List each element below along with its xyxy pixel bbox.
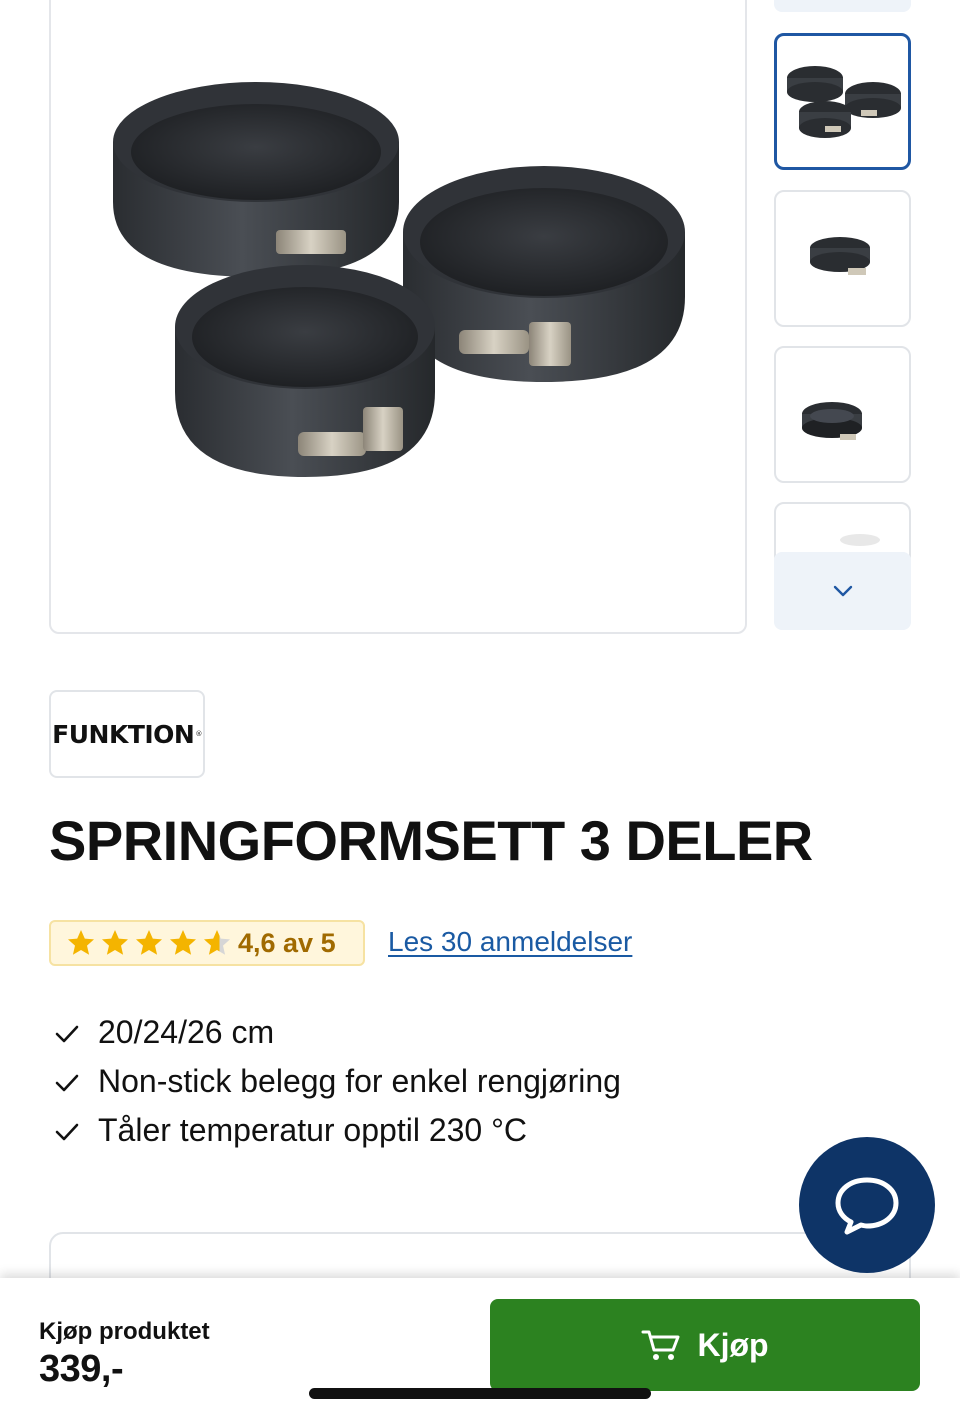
star-icon [136,930,162,955]
read-reviews-link[interactable]: Les 30 anmeldelser [388,926,632,958]
brand-logo[interactable]: FUNKTION ® [49,690,205,778]
main-product-image[interactable] [49,0,747,634]
feature-item: 20/24/26 cm [52,1008,621,1057]
brand-name: FUNKTION [52,719,195,749]
star-icon [170,930,196,955]
rating-badge: 4,6 av 5 [49,920,365,966]
thumbnail-image [802,402,862,440]
thumbnail-image [787,66,901,138]
star-icon [68,930,94,955]
chevron-down-icon [833,585,852,597]
feature-item: Non-stick belegg for enkel rengjøring [52,1057,621,1106]
springform-pans-illustration [113,82,685,477]
registered-mark: ® [195,730,202,738]
thumbnail-2[interactable] [774,190,911,327]
chat-button[interactable] [799,1137,935,1273]
star-icon [102,930,128,955]
buy-product-label: Kjøp produktet [39,1318,210,1345]
home-indicator [309,1388,651,1399]
thumbnail-3[interactable] [774,346,911,483]
buy-button-label: Kjøp [697,1326,769,1363]
feature-text: Non-stick belegg for enkel rengjøring [98,1063,621,1099]
rating-stars [66,928,232,958]
check-icon [55,1074,79,1091]
feature-text: 20/24/26 cm [98,1014,275,1050]
star-icon [204,930,230,955]
price: 339,- [39,1348,124,1390]
chat-bubble-icon [835,1177,899,1235]
purchase-bar: Kjøp produktet 339,- Kjøp [0,1278,960,1420]
thumbnail-image [810,237,870,275]
feature-text: Tåler temperatur opptil 230 °C [98,1112,527,1148]
thumbnail-scroll-up[interactable] [774,0,911,12]
check-icon [55,1123,79,1140]
rating-text: 4,6 av 5 [238,927,336,958]
product-title: SPRINGFORMSETT 3 DELER [49,809,813,872]
thumbnail-scroll-down[interactable] [774,552,911,630]
thumbnail-1[interactable] [774,33,911,170]
feature-list: 20/24/26 cm Non-stick belegg for enkel r… [52,1008,621,1155]
cart-icon [641,1330,680,1360]
check-icon [55,1025,79,1042]
feature-item: Tåler temperatur opptil 230 °C [52,1106,621,1155]
buy-button[interactable]: Kjøp [490,1299,920,1391]
